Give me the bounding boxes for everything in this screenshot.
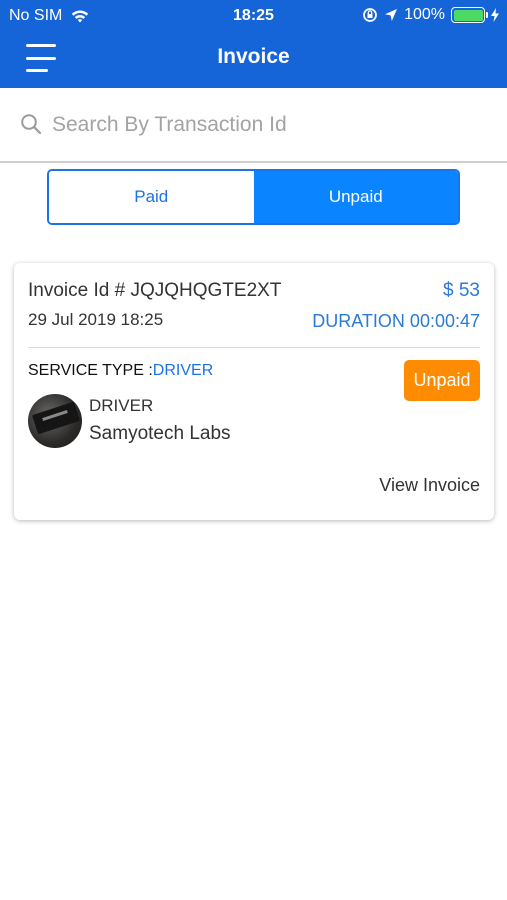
- status-right: 100%: [362, 6, 499, 24]
- invoice-date: 29 Jul 2019 18:25: [28, 310, 164, 329]
- battery-percent: 100%: [404, 6, 445, 23]
- search-input[interactable]: [52, 108, 492, 142]
- invoice-amount: $ 53: [443, 280, 480, 301]
- card-divider: [28, 347, 480, 348]
- app-header: No SIM 18:25 100% Invoice: [0, 0, 507, 88]
- driver-name: Samyotech Labs: [89, 423, 231, 444]
- invoice-status-tabs: Paid Unpaid: [47, 169, 460, 225]
- service-type-label: SERVICE TYPE :: [28, 362, 153, 379]
- location-arrow-icon: [385, 9, 398, 21]
- invoice-card[interactable]: Invoice Id # JQJQHQGTE2XT $ 53 29 Jul 20…: [14, 263, 494, 520]
- invoice-duration: DURATION 00:00:47: [312, 311, 480, 331]
- avatar: [28, 394, 82, 448]
- tab-unpaid[interactable]: Unpaid: [253, 171, 458, 223]
- status-bar: No SIM 18:25 100%: [0, 0, 507, 32]
- invoice-id: Invoice Id # JQJQHQGTE2XT: [28, 280, 282, 301]
- charging-bolt-icon: [491, 8, 499, 22]
- driver-role: DRIVER: [89, 396, 154, 415]
- battery-icon: [451, 7, 488, 23]
- search-bar: [0, 88, 507, 163]
- lock-rotation-icon: [363, 8, 377, 22]
- status-badge: Unpaid: [404, 360, 480, 401]
- page-title: Invoice: [217, 45, 290, 68]
- service-type: SERVICE TYPE :DRIVER: [28, 362, 213, 380]
- service-type-value: DRIVER: [152, 362, 214, 379]
- tab-paid[interactable]: Paid: [49, 171, 254, 223]
- view-invoice-link[interactable]: View Invoice: [379, 475, 480, 496]
- search-icon: [21, 114, 42, 135]
- nav-bar: Invoice: [0, 32, 507, 88]
